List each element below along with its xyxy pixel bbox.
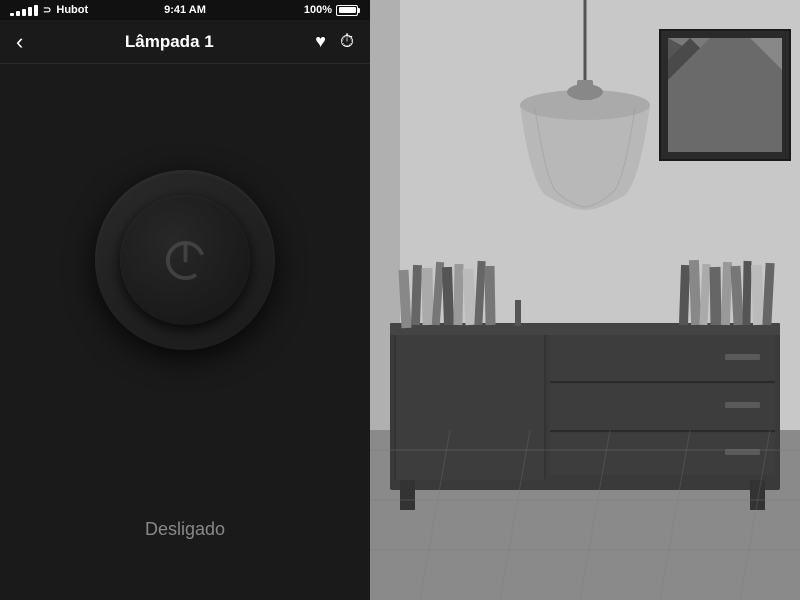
status-time: 9:41 AM (164, 4, 206, 16)
signal-strength (10, 5, 38, 16)
signal-dot-4 (28, 7, 32, 16)
room-illustration (370, 0, 800, 600)
signal-dot-3 (22, 9, 26, 16)
wifi-icon: ⊃ (43, 5, 51, 16)
favorite-icon[interactable]: ♥ (315, 31, 326, 52)
timer-icon[interactable]: ⏱ (340, 31, 354, 52)
nav-actions: ♥ ⏱ (315, 31, 354, 52)
signal-dot-2 (16, 11, 20, 16)
power-button-inner (120, 195, 250, 325)
battery-icon (336, 5, 360, 16)
status-bar: ⊃ Hubot 9:41 AM 100% (0, 0, 370, 20)
back-button[interactable]: ‹ (16, 29, 23, 55)
power-icon (158, 233, 213, 288)
left-panel: Desligado (0, 0, 370, 600)
power-status-label: Desligado (145, 519, 225, 540)
nav-bar: ‹ Lâmpada 1 ♥ ⏱ (0, 20, 370, 64)
signal-dot-1 (10, 13, 14, 16)
power-button[interactable] (95, 170, 275, 350)
signal-dot-5 (34, 5, 38, 16)
carrier-label: Hubot (56, 4, 88, 16)
page-title: Lâmpada 1 (125, 32, 214, 52)
battery-percentage: 100% (304, 4, 332, 16)
room-scene (370, 0, 800, 600)
right-panel (370, 0, 800, 600)
status-right: 100% (304, 4, 360, 16)
status-left: ⊃ Hubot (10, 4, 88, 16)
